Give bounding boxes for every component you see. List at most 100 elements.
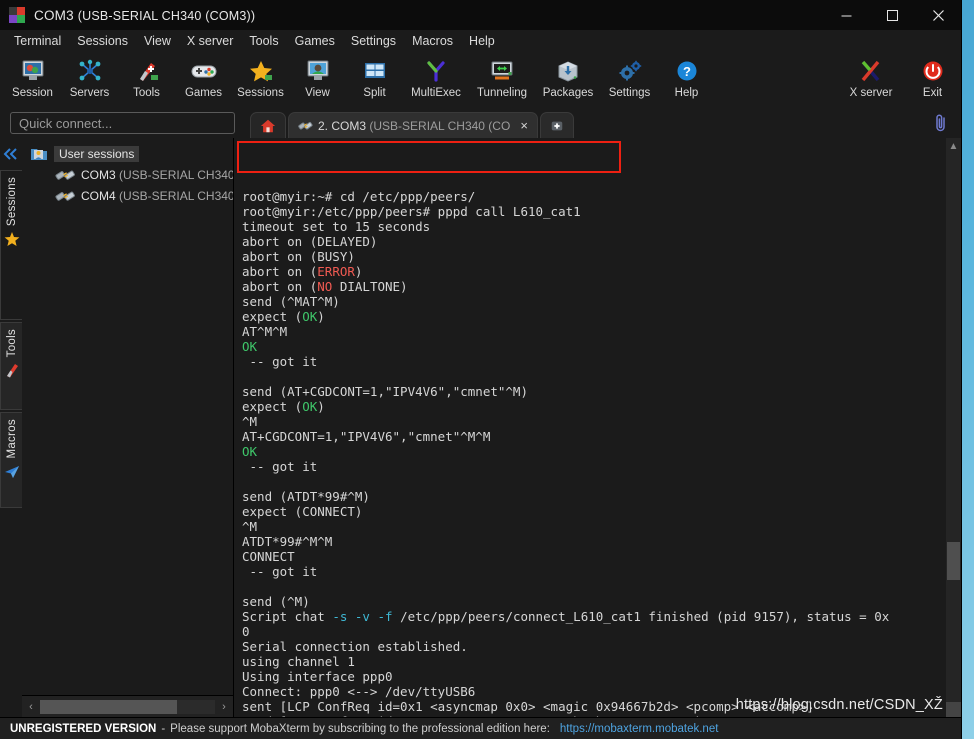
- close-button[interactable]: [915, 0, 961, 30]
- menu-item-sessions[interactable]: Sessions: [69, 32, 136, 50]
- scroll-track[interactable]: [40, 699, 215, 714]
- rail-tab-macros-label: Macros: [5, 419, 18, 459]
- terminal-scroll-thumb[interactable]: [947, 542, 960, 580]
- toolbar-button-servers[interactable]: Servers: [61, 54, 118, 99]
- terminal-output[interactable]: root@myir:~# cd /etc/ppp/peers/root@myir…: [234, 138, 946, 717]
- title-bar: COM3 (USB-SERIAL CH340 (COM3)): [0, 0, 961, 30]
- toolbar-button-packages[interactable]: Packages: [535, 54, 601, 99]
- star-icon: [4, 231, 20, 247]
- menu-item-settings[interactable]: Settings: [343, 32, 404, 50]
- tab-label: 2. COM3 (USB-SERIAL CH340 (CO: [318, 119, 510, 133]
- rail-tab-tools[interactable]: Tools: [0, 322, 22, 410]
- toolbar-label-view: View: [305, 87, 330, 99]
- toolbar-label-exit: Exit: [922, 87, 943, 99]
- rail-tab-sessions[interactable]: Sessions: [0, 170, 22, 320]
- quickconnect-tabs-row: 2. COM3 (USB-SERIAL CH340 (CO ×: [0, 108, 961, 138]
- menu-item-games[interactable]: Games: [287, 32, 343, 50]
- quick-connect-input[interactable]: [10, 112, 235, 134]
- tab-close-icon[interactable]: ×: [520, 118, 528, 133]
- status-link[interactable]: https://mobaxterm.mobatek.net: [560, 723, 719, 735]
- toolbar-button-games[interactable]: Games: [175, 54, 232, 99]
- tunneling-icon: [489, 57, 515, 85]
- toolbar-button-exit[interactable]: Exit: [904, 54, 961, 99]
- scroll-thumb[interactable]: [40, 699, 177, 714]
- rail-tab-sessions-label: Sessions: [5, 177, 18, 227]
- serial-plug-icon: [55, 188, 75, 203]
- toolbar-label-x-server: X server: [849, 87, 893, 99]
- toolbar-button-tools[interactable]: Tools: [118, 54, 175, 99]
- toolbar-button-multiexec[interactable]: MultiExec: [403, 54, 469, 99]
- scroll-left-arrow[interactable]: ‹: [22, 701, 40, 713]
- status-message: Please support MobaXterm by subscribing …: [170, 722, 550, 735]
- tab-detail: (USB-SERIAL CH340 (CO: [369, 118, 511, 133]
- toolbar-button-tunneling[interactable]: Tunneling: [469, 54, 535, 99]
- svg-text:?: ?: [683, 64, 691, 79]
- menu-item-tools[interactable]: Tools: [241, 32, 286, 50]
- home-icon: [260, 119, 276, 132]
- scroll-up-arrow[interactable]: ▲: [949, 141, 959, 152]
- terminal-line: 0: [242, 624, 250, 639]
- maximize-button[interactable]: [869, 0, 915, 30]
- window-title-text: COM3: [34, 7, 74, 23]
- menu-item-terminal[interactable]: Terminal: [6, 32, 69, 50]
- toolbar-button-split[interactable]: Split: [346, 54, 403, 99]
- tree-item-com4[interactable]: COM4 (USB-SERIAL CH340 (CO: [22, 185, 233, 206]
- sessions-horizontal-scrollbar[interactable]: ‹ ›: [22, 695, 233, 717]
- toolbar-button-session[interactable]: Session: [4, 54, 61, 99]
- terminal-line: sent [LCP ConfReq id=0x1 <asyncmap 0x0> …: [242, 699, 814, 714]
- tree-root-label: User sessions: [54, 145, 140, 162]
- terminal-line: abort on (BUSY): [242, 249, 355, 264]
- menu-item-help[interactable]: Help: [461, 32, 503, 50]
- status-separator: -: [161, 722, 166, 735]
- terminal-line: send (^MAT^M): [242, 294, 340, 309]
- minimize-button[interactable]: [823, 0, 869, 30]
- tree-root-user-sessions[interactable]: User sessions: [22, 143, 233, 164]
- session-tree: User sessions COM3 (USB-SERIAL CH340 (CO: [22, 138, 233, 695]
- sessions-star-icon: [248, 57, 274, 85]
- toolbar-button-view[interactable]: View: [289, 54, 346, 99]
- tree-item-com4-detail: (USB-SERIAL CH340 (CO: [119, 188, 233, 203]
- terminal-line: Script chat -s -v -f /etc/ppp/peers/conn…: [242, 609, 890, 624]
- serial-plug-icon: [55, 167, 75, 182]
- menu-item-macros[interactable]: Macros: [404, 32, 461, 50]
- folder-user-icon: [30, 146, 48, 161]
- toolbar-button-help[interactable]: ? Help: [658, 54, 715, 99]
- terminal-line: root@myir:~# cd /etc/ppp/peers/: [242, 189, 476, 204]
- toolbar-button-settings[interactable]: Settings: [601, 54, 658, 99]
- terminal-line: Connect: ppp0 <--> /dev/ttyUSB6: [242, 684, 476, 699]
- scroll-corner: [946, 702, 961, 717]
- attach-file-button[interactable]: [921, 113, 961, 133]
- terminal-line: AT^M^M: [242, 324, 288, 339]
- terminal-line: CONNECT: [242, 549, 295, 564]
- toolbar-button-x-server[interactable]: X server: [838, 54, 904, 99]
- paper-plane-icon: [4, 464, 20, 480]
- toolbar-label-split: Split: [363, 87, 386, 99]
- tree-item-com3[interactable]: COM3 (USB-SERIAL CH340 (CO: [22, 164, 233, 185]
- exit-power-icon: [920, 57, 946, 85]
- servers-icon: [77, 57, 103, 85]
- scroll-right-arrow[interactable]: ›: [215, 701, 233, 713]
- left-rail: Sessions Tools Macros: [0, 138, 22, 717]
- toolbar-button-sessions[interactable]: Sessions: [232, 54, 289, 99]
- menu-bar: Terminal Sessions View X server Tools Ga…: [0, 30, 961, 52]
- tab-home[interactable]: [250, 112, 286, 138]
- view-icon: [305, 57, 331, 85]
- split-icon: [362, 57, 388, 85]
- tab-session-com3[interactable]: 2. COM3 (USB-SERIAL CH340 (CO ×: [288, 112, 538, 138]
- collapse-chevrons-icon[interactable]: [2, 138, 20, 170]
- terminal-scroll-track[interactable]: [946, 152, 961, 702]
- terminal-line: send (^M): [242, 594, 310, 609]
- new-tab-button[interactable]: [539, 112, 574, 138]
- swiss-knife-icon: [4, 362, 20, 378]
- rail-tab-macros[interactable]: Macros: [0, 412, 22, 508]
- terminal-vertical-scrollbar[interactable]: ▲: [946, 138, 961, 717]
- terminal-line: expect (OK): [242, 309, 325, 324]
- terminal-line: using channel 1: [242, 654, 355, 669]
- toolbar-label-tools: Tools: [133, 87, 160, 99]
- main-body: Sessions Tools Macros User sessions COM3…: [0, 138, 961, 717]
- menu-item-view[interactable]: View: [136, 32, 179, 50]
- menu-item-x-server[interactable]: X server: [179, 32, 242, 50]
- terminal-line: abort on (DELAYED): [242, 234, 378, 249]
